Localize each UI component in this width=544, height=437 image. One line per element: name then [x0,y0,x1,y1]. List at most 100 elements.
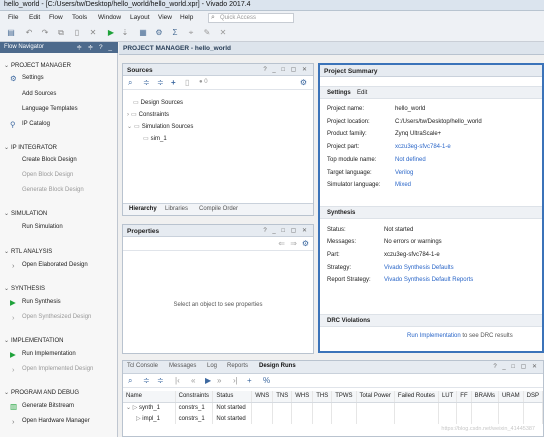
collapse-all-icon[interactable]: ≑ [143,78,150,87]
nav-item-open-elaborated-design[interactable]: › Open Elaborated Design [12,261,88,270]
column-header[interactable]: Constraints [175,391,214,403]
table-row[interactable]: ▷ impl_1 constrs_1 Not started [123,413,544,424]
ruler-icon[interactable]: ⌖ [186,28,196,38]
column-header[interactable]: THS [312,391,333,403]
panel-window-controls[interactable]: ? _ □ ▢ ✕ [263,66,309,73]
quick-access-input[interactable]: ⌕ Quick Access [208,13,294,23]
nav-item-settings[interactable]: ⚙ Settings [10,74,44,83]
last-icon[interactable]: ›| [233,376,238,385]
nav-section-synthesis[interactable]: ⌄ SYNTHESIS [4,285,45,292]
delete-icon[interactable]: ✕ [88,28,98,38]
column-header[interactable]: WHS [291,391,314,403]
open-project-icon[interactable]: ▤ [6,28,16,38]
column-header[interactable]: TNS [272,391,293,403]
tab-compile-order[interactable]: Compile Order [199,206,238,212]
file-icon[interactable]: ▯ [185,78,189,87]
nav-section-project-manager[interactable]: ⌄ PROJECT MANAGER [4,62,71,69]
pencil-icon[interactable]: ✎ [202,28,212,38]
tab-log[interactable]: Log [207,363,217,369]
percent-icon[interactable]: % [263,376,270,385]
nav-item-open-hardware-manager[interactable]: › Open Hardware Manager [12,417,90,426]
run-icon[interactable]: ▶ [205,376,211,385]
menu-view[interactable]: View [158,14,172,21]
project-part-link[interactable]: xczu3eg-sfvc784-1-e [395,144,451,150]
nav-item-open-synthesized-design[interactable]: › Open Synthesized Design [12,313,91,322]
panel-window-controls[interactable]: ? _ □ ▢ ✕ [263,227,309,234]
redo-icon[interactable]: ↷ [40,28,50,38]
copy-icon[interactable]: ⧉ [56,28,66,38]
column-header[interactable]: TPWS [331,391,357,403]
menu-layout[interactable]: Layout [130,14,150,21]
nav-section-ip-integrator[interactable]: ⌄ IP INTEGRATOR [4,144,57,151]
nav-item-ip-catalog[interactable]: ⚲ IP Catalog [10,120,50,129]
menu-edit[interactable]: Edit [29,14,40,21]
edit-link[interactable]: Edit [357,90,367,96]
undo-icon[interactable]: ↶ [24,28,34,38]
tree-item-sim-1[interactable]: ▭ sim_1 [143,135,167,142]
run-implementation-link[interactable]: Run Implementation [407,333,461,339]
first-icon[interactable]: |‹ [175,376,180,385]
column-header[interactable]: BRAMs [471,391,499,403]
back-arrow-icon[interactable]: ⇐ [278,239,285,248]
column-header[interactable]: Status [212,391,253,403]
column-header[interactable]: Failed Routes [394,391,439,403]
tree-item-design-sources[interactable]: ▭ Design Sources [133,99,183,106]
nav-section-simulation[interactable]: ⌄ SIMULATION [4,210,47,217]
column-header[interactable]: LUT [438,391,458,403]
nav-item-run-implementation[interactable]: ▶ Run Implementation [10,350,76,359]
tab-messages[interactable]: Messages [169,363,196,369]
nav-item-open-implemented-design[interactable]: › Open Implemented Design [12,365,93,374]
nav-item-run-synthesis[interactable]: ▶ Run Synthesis [10,298,61,307]
cancel-icon[interactable]: ✕ [218,28,228,38]
nav-item-generate-block-design[interactable]: Generate Block Design [22,187,84,193]
target-language-link[interactable]: Verilog [395,170,413,176]
menu-help[interactable]: Help [180,14,193,21]
nav-item-add-sources[interactable]: Add Sources [22,91,56,97]
column-header[interactable]: Name [123,391,176,403]
settings-icon[interactable]: ⚙ [154,28,164,38]
gear-icon[interactable]: ⚙ [302,239,309,248]
gear-icon[interactable]: ⚙ [300,78,307,87]
nav-item-create-block-design[interactable]: Create Block Design [22,157,77,163]
column-header[interactable]: DSP [523,391,544,403]
report-strategy-link[interactable]: Vivado Synthesis Default Reports [384,277,473,283]
expand-all-icon[interactable]: ≑ [157,78,164,87]
panel-window-controls[interactable]: ? _ □ ▢ ✕ [493,363,539,370]
simulator-language-link[interactable]: Mixed [395,182,411,188]
tree-item-constraints[interactable]: › ▭ Constraints [127,111,169,118]
tab-libraries[interactable]: Libraries [165,206,188,212]
flow-navigator-controls[interactable]: ≑ ≑ ? _ [76,43,114,51]
search-icon[interactable]: ⌕ [128,376,132,386]
nav-section-program-and-debug[interactable]: ⌄ PROGRAM AND DEBUG [4,389,79,396]
table-row[interactable]: ⌄ ▷ synth_1 constrs_1 Not started [123,402,544,413]
step-icon[interactable]: ⇣ [120,28,130,38]
tab-design-runs[interactable]: Design Runs [259,363,296,369]
tab-reports[interactable]: Reports [227,363,248,369]
nav-section-rtl-analysis[interactable]: ⌄ RTL ANALYSIS [4,248,52,255]
expand-all-icon[interactable]: ≑ [157,376,164,385]
column-header[interactable]: URAM [498,391,524,403]
strategy-link[interactable]: Vivado Synthesis Defaults [384,265,454,271]
column-header[interactable]: Total Power [356,391,395,403]
add-run-icon[interactable]: + [247,376,252,385]
tab-tcl-console[interactable]: Tcl Console [127,363,158,369]
top-module-link[interactable]: Not defined [395,157,426,163]
nav-item-generate-bitstream[interactable]: ▥ Generate Bitstream [10,402,74,411]
paste-icon[interactable]: ▯ [72,28,82,38]
collapse-all-icon[interactable]: ≑ [143,376,150,385]
menu-tools[interactable]: Tools [72,14,87,21]
nav-item-run-simulation[interactable]: Run Simulation [22,224,63,230]
add-source-icon[interactable]: + [171,78,176,87]
program-device-icon[interactable]: ▦ [138,28,148,38]
previous-icon[interactable]: « [191,376,195,385]
nav-section-implementation[interactable]: ⌄ IMPLEMENTATION [4,337,63,344]
nav-item-open-block-design[interactable]: Open Block Design [22,172,73,178]
menu-window[interactable]: Window [98,14,121,21]
menu-file[interactable]: File [8,14,18,21]
search-icon[interactable]: ⌕ [128,78,132,88]
next-icon[interactable]: » [217,376,221,385]
column-header[interactable]: FF [456,391,472,403]
nav-item-language-templates[interactable]: Language Templates [22,106,78,112]
run-icon[interactable]: ▶ [106,28,116,38]
forward-arrow-icon[interactable]: ⇒ [290,239,297,248]
